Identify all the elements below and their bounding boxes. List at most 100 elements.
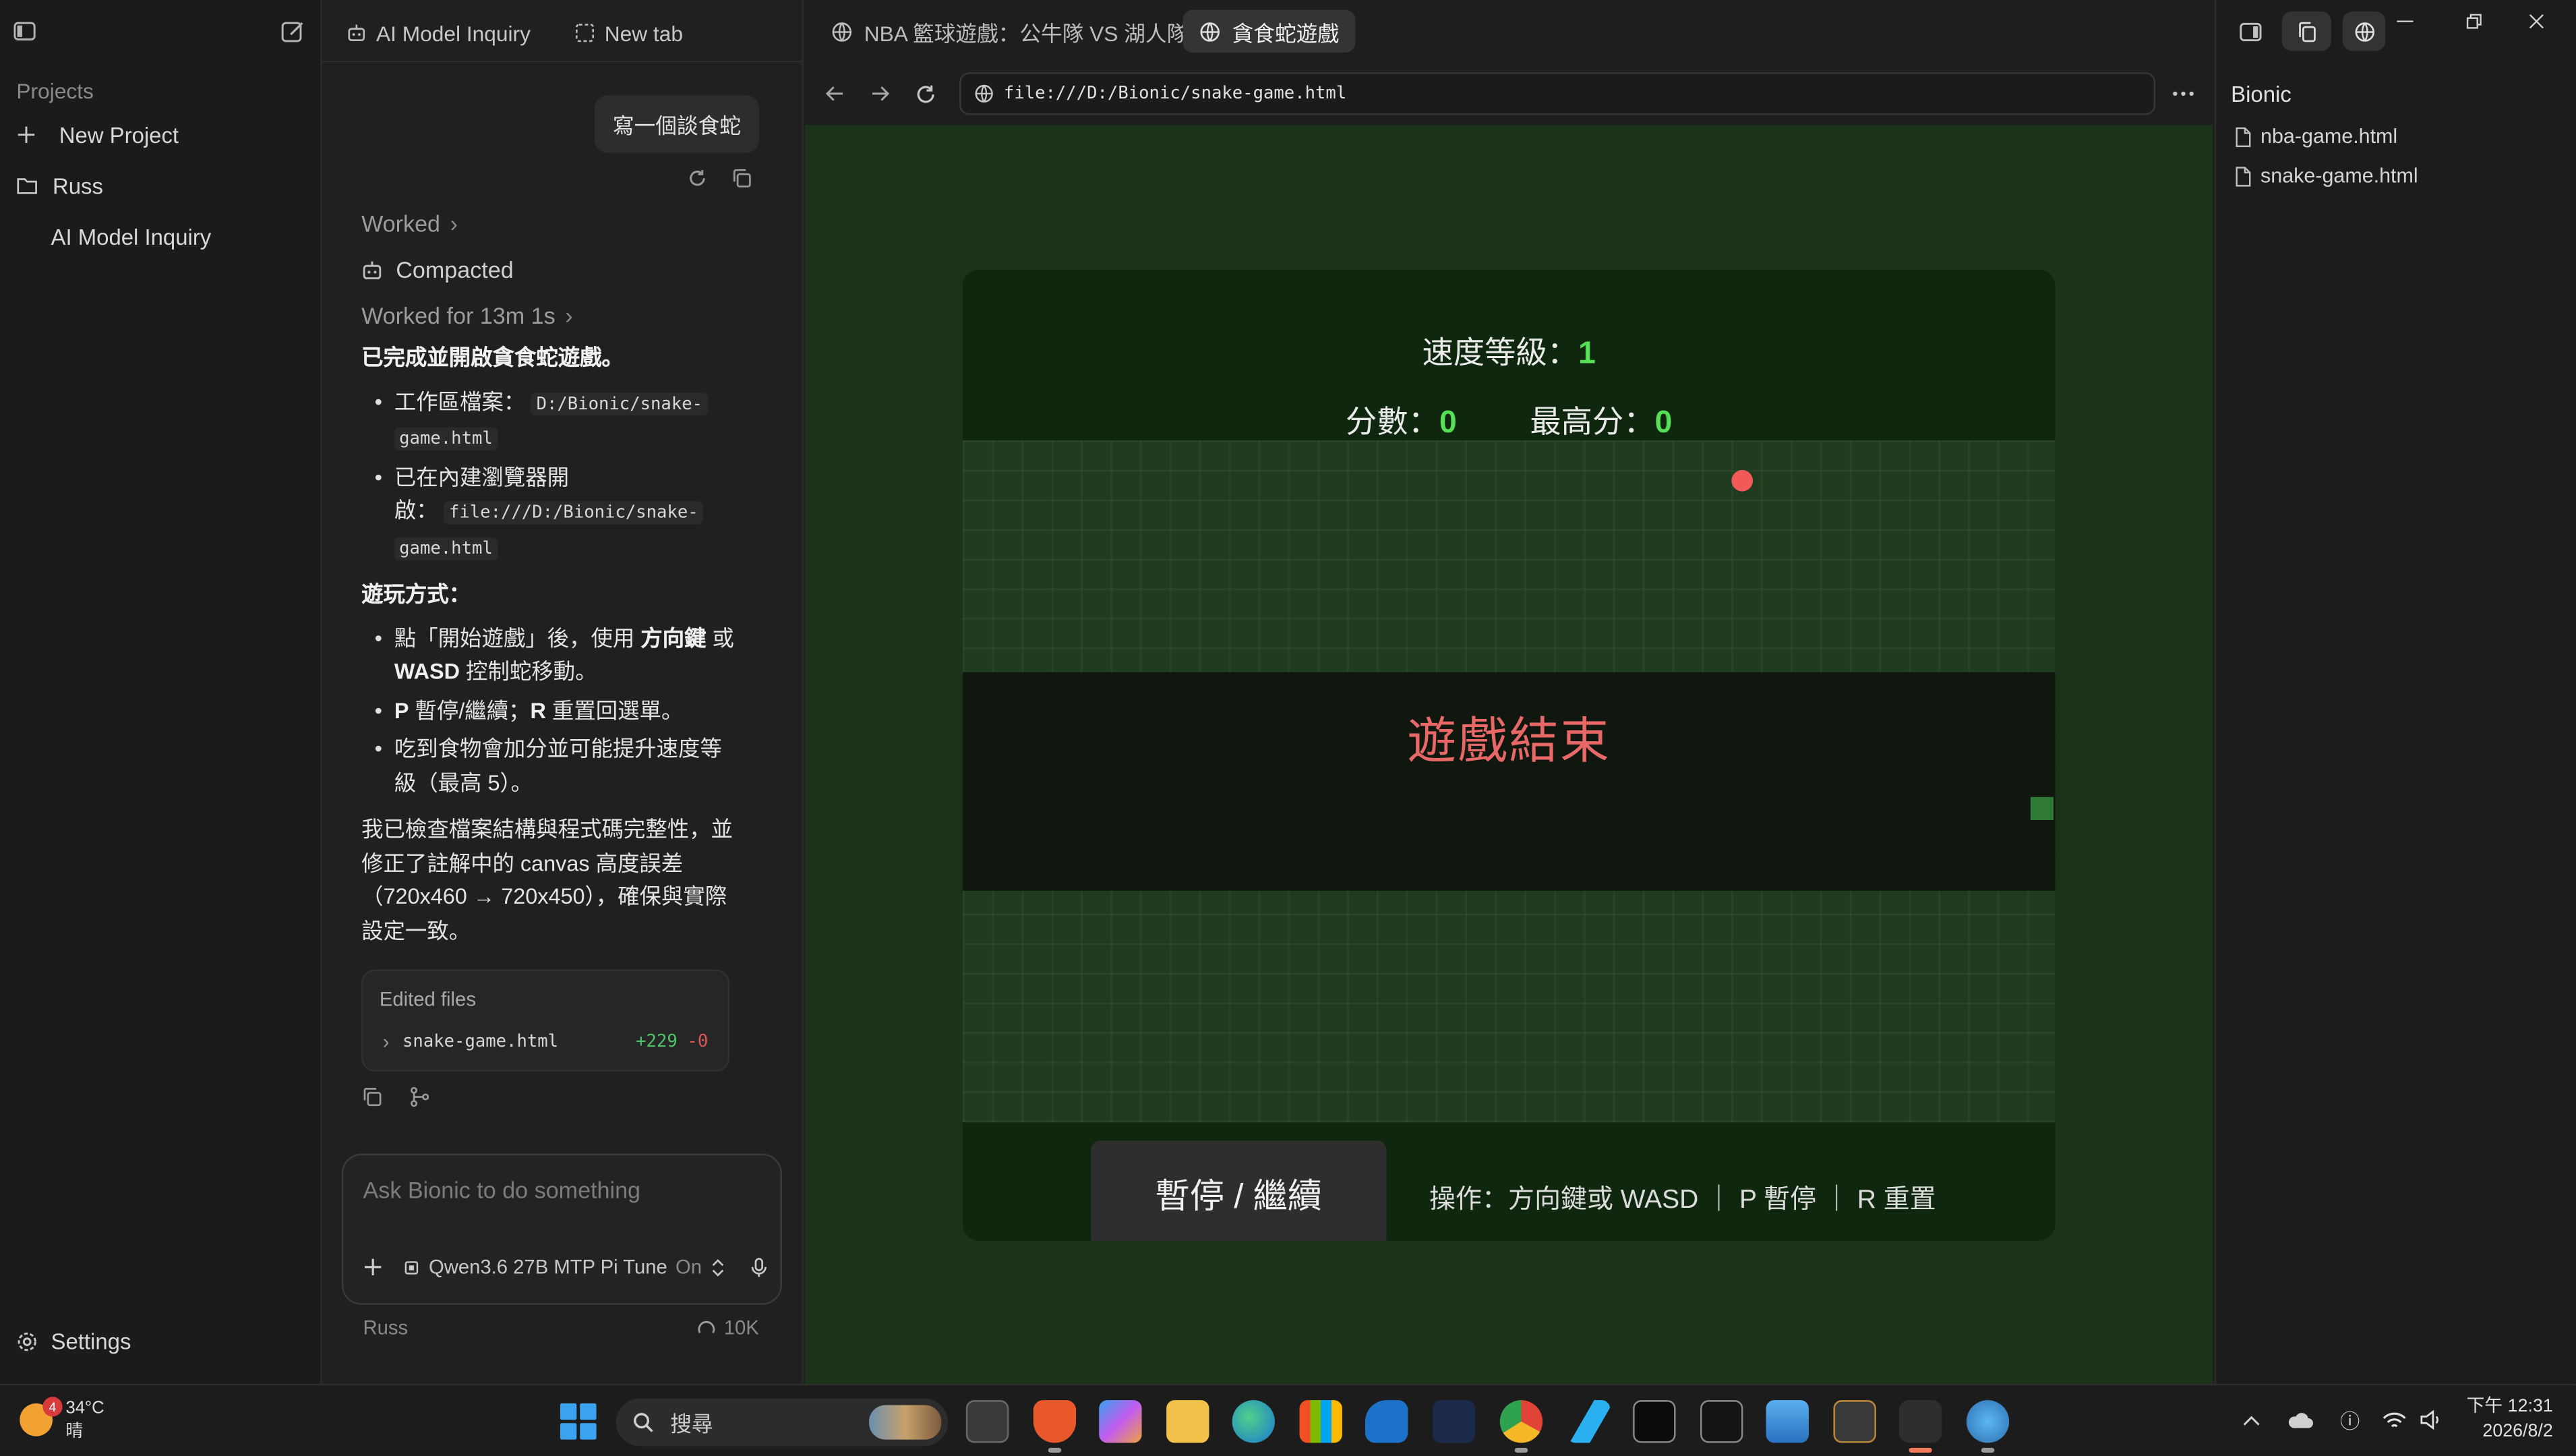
clock-time: 下午 12:31 [2466, 1397, 2553, 1417]
compacted-label: Compacted [396, 256, 514, 283]
model-selector[interactable]: Qwen3.6 27B MTP Pi Tune On [402, 1256, 725, 1279]
chevron-updown-icon [712, 1258, 725, 1276]
sidebar: Projects New Project Russ AI Model Inqui… [0, 0, 322, 1384]
page-viewport: 速度等級：1 分數：0 最高分：0 遊戲結束 暫停 / 繼續 操作：方向鍵或 W… [805, 125, 2213, 1384]
browser-view-icon[interactable] [2342, 11, 2386, 51]
attach-plus-icon[interactable] [363, 1257, 383, 1277]
files-view-icon[interactable] [2281, 11, 2331, 51]
toggle-panel-icon[interactable] [2229, 11, 2272, 51]
worked-toggle[interactable]: Worked › [361, 200, 739, 246]
model-name: Qwen3.6 27B MTP Pi Tune [429, 1255, 667, 1279]
tab-label: NBA 籃球遊戲：公牛隊 VS 湖人隊 [864, 20, 1189, 46]
tab-new-tab[interactable]: New tab [575, 16, 683, 49]
chevron-right-icon: › [450, 210, 458, 237]
speed-level-value: 1 [1578, 337, 1596, 372]
lines-added: +229 [636, 1032, 678, 1052]
file-item[interactable]: snake-game.html [2234, 165, 2418, 187]
azure-app-icon[interactable] [1567, 1400, 1611, 1443]
task-view-icon[interactable] [965, 1400, 1009, 1443]
new-project-button[interactable]: New Project [16, 117, 179, 153]
toolbox-icon[interactable] [1833, 1400, 1876, 1443]
list-item: 點「開始遊戲」後，使用 方向鍵 或 WASD 控制蛇移動。 [361, 622, 739, 689]
restore-icon[interactable] [2459, 8, 2489, 34]
settings-label: Settings [51, 1329, 131, 1354]
edge-browser-icon[interactable] [1232, 1400, 1275, 1443]
wifi-icon[interactable] [2383, 1411, 2407, 1429]
steam-like-app-icon[interactable] [1432, 1400, 1476, 1443]
microsoft-store-icon[interactable] [1299, 1400, 1342, 1443]
toggle-sidebar-icon[interactable] [10, 16, 40, 46]
game-board[interactable]: 遊戲結束 [962, 440, 2056, 1123]
terminal-icon[interactable] [1700, 1400, 1743, 1443]
start-button[interactable] [560, 1403, 597, 1440]
chevron-up-icon[interactable] [2243, 1414, 2261, 1426]
address-bar[interactable]: file:///D:/Bionic/snake-game.html [959, 72, 2156, 115]
list-text: R [530, 697, 546, 722]
tab-nba-game[interactable]: NBA 籃球遊戲：公牛隊 VS 湖人隊 [815, 10, 1205, 53]
more-options-icon[interactable] [2169, 79, 2198, 109]
copy-icon[interactable] [731, 168, 752, 198]
volume-icon[interactable] [2420, 1409, 2443, 1430]
snake-game: 速度等級：1 分數：0 最高分：0 遊戲結束 暫停 / 繼續 操作：方向鍵或 W… [962, 269, 2056, 1241]
high-score-label: 最高分： [1530, 405, 1655, 441]
compacted-status: Compacted [361, 247, 739, 293]
folder-icon [16, 176, 42, 196]
file-item[interactable]: nba-game.html [2234, 125, 2397, 148]
chip-icon [402, 1258, 421, 1276]
search-placeholder: 搜尋 [670, 1411, 713, 1436]
tab-ai-model-inquiry[interactable]: AI Model Inquiry [347, 16, 531, 49]
file-explorer-icon[interactable] [1166, 1400, 1209, 1443]
brave-browser-icon[interactable] [1033, 1400, 1077, 1453]
system-tray: ⓘ 下午 12:31 2026/8/2 [2243, 1395, 2553, 1445]
onedrive-icon[interactable] [2287, 1411, 2314, 1429]
chat-panel: AI Model Inquiry New tab 寫一個談食蛇 Worked ›… [322, 0, 804, 1384]
clock-date: 2026/8/2 [2482, 1421, 2553, 1442]
photos-icon[interactable] [1766, 1400, 1809, 1443]
close-icon[interactable] [2521, 8, 2551, 34]
window-app-icon[interactable] [1633, 1400, 1676, 1443]
navigation-bar: file:///D:/Bionic/snake-game.html [805, 69, 2213, 118]
search-icon [632, 1411, 654, 1433]
settings-button[interactable]: Settings [16, 1329, 131, 1354]
reload-icon[interactable] [910, 79, 940, 109]
assistant-message: Worked › Compacted Worked for 13m 1s › 已… [361, 200, 739, 948]
pause-resume-button[interactable]: 暫停 / 繼續 [1091, 1140, 1387, 1241]
controls-help: 操作：方向鍵或 WASD ｜ P 暫停 ｜ R 重置 [1429, 1186, 1936, 1215]
taskbar-search[interactable]: 搜尋 [616, 1398, 949, 1447]
microphone-icon[interactable] [751, 1256, 767, 1278]
input-method-icon[interactable]: ⓘ [2340, 1406, 2360, 1434]
back-arrow-icon[interactable] [820, 79, 849, 109]
weather-temp: 34°C [65, 1398, 104, 1418]
thread-ai-model-inquiry[interactable]: AI Model Inquiry [51, 219, 212, 255]
globe-icon [1199, 20, 1221, 42]
retry-icon[interactable] [687, 168, 709, 198]
outlook-icon[interactable] [1365, 1400, 1408, 1443]
forward-arrow-icon[interactable] [866, 79, 895, 109]
edited-file-row[interactable]: › snake-game.html +229 -0 [383, 1030, 708, 1053]
message-actions [687, 168, 752, 198]
microsoft365-icon[interactable] [1099, 1400, 1142, 1443]
tab-label: New tab [604, 20, 683, 46]
tab-snake-game[interactable]: 貪食蛇遊戲 [1182, 9, 1356, 53]
copy-icon[interactable] [361, 1086, 383, 1116]
worked-for-toggle[interactable]: Worked for 13m 1s › [361, 293, 739, 339]
clock[interactable]: 下午 12:31 2026/8/2 [2467, 1395, 2553, 1445]
code-path: game.html [394, 536, 498, 560]
new-chat-icon[interactable] [278, 16, 307, 46]
gauge-icon [696, 1318, 715, 1337]
chrome-browser-icon[interactable] [1499, 1400, 1543, 1453]
score-line: 分數：0 最高分：0 [963, 398, 2055, 442]
done-heading: 已完成並開啟貪食蛇遊戲。 [361, 345, 624, 370]
globe-app-icon[interactable] [1966, 1400, 2010, 1453]
minimize-icon[interactable] [2391, 8, 2420, 34]
bionic-app-icon[interactable] [1898, 1400, 1942, 1453]
weather-widget[interactable]: 4 34°C 晴 [20, 1397, 104, 1443]
composer-input[interactable]: Ask Bionic to do something [363, 1177, 641, 1203]
branch-icon[interactable] [409, 1086, 431, 1116]
sidebar-toolbar [13, 16, 307, 49]
worked-for-label: Worked for 13m 1s [361, 301, 556, 328]
project-folder-label: Russ [52, 173, 103, 198]
project-folder-russ[interactable]: Russ [16, 168, 103, 204]
list-text: P [394, 697, 409, 722]
files-panel: Bionic nba-game.html snake-game.html [2214, 0, 2576, 1384]
